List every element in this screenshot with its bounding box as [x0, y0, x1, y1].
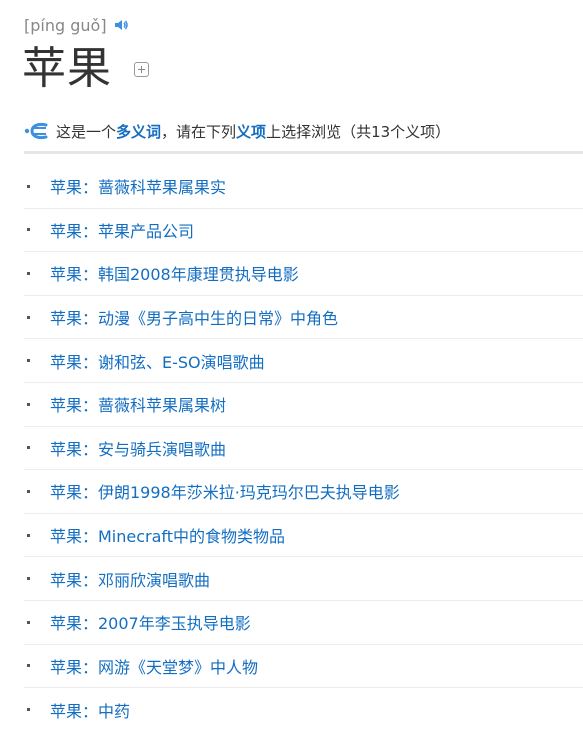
notice-text-2: ，请在下列: [161, 122, 237, 141]
notice-text-1: 这是一个: [56, 122, 117, 141]
list-item: 苹果：蔷薇科苹果属果实: [24, 165, 583, 209]
sense-link[interactable]: 苹果：动漫《男子高中生的日常》中角色: [50, 305, 338, 329]
notice-sense-word: 义项: [236, 122, 267, 141]
list-item: 苹果：Minecraft中的食物类物品: [24, 514, 583, 558]
sense-link[interactable]: 苹果：Minecraft中的食物类物品: [50, 523, 285, 547]
bullet-icon: [27, 489, 30, 493]
list-item: 苹果：蔷薇科苹果属果树: [24, 383, 583, 427]
list-item: 苹果：中药: [24, 688, 583, 732]
bullet-icon: [27, 184, 30, 188]
sense-link[interactable]: 苹果：网游《天堂梦》中人物: [50, 654, 258, 678]
bullet-icon: [27, 533, 30, 537]
bullet-icon: [27, 402, 30, 406]
polysemy-notice: 这是一个 多义词 ，请在下列 义项 上选择浏览（共13个义项）: [24, 118, 583, 144]
sense-link[interactable]: 苹果：2007年李玉执导电影: [50, 610, 251, 634]
polysemy-page: [píng guǒ] 苹果 这是一个 多义词 ，请在下列 义项 上选择浏览（共1…: [0, 0, 583, 735]
bullet-icon: [27, 228, 30, 232]
bullet-icon: [27, 708, 30, 712]
list-item: 苹果：韩国2008年康理贯执导电影: [24, 252, 583, 296]
title-row: 苹果: [22, 36, 149, 94]
sense-link[interactable]: 苹果：安与骑兵演唱歌曲: [50, 436, 226, 460]
page-title: 苹果: [22, 43, 112, 94]
bullet-icon: [27, 664, 30, 668]
notice-text-3: 上选择浏览（共13个义项）: [266, 122, 451, 141]
list-item: 苹果：动漫《男子高中生的日常》中角色: [24, 296, 583, 340]
list-item: 苹果：苹果产品公司: [24, 209, 583, 253]
bullet-icon: [27, 446, 30, 450]
divider: [24, 151, 583, 154]
list-item: 苹果：安与骑兵演唱歌曲: [24, 427, 583, 471]
sense-link[interactable]: 苹果：伊朗1998年莎米拉·玛克玛尔巴夫执导电影: [50, 479, 400, 503]
bullet-icon: [27, 620, 30, 624]
plus-square-icon[interactable]: [134, 61, 149, 77]
list-item: 苹果：2007年李玉执导电影: [24, 601, 583, 645]
bullet-icon: [27, 577, 30, 581]
list-item: 苹果：网游《天堂梦》中人物: [24, 645, 583, 689]
sense-link[interactable]: 苹果：蔷薇科苹果属果实: [50, 174, 226, 198]
bullet-icon: [27, 359, 30, 363]
bullet-icon: [27, 271, 30, 275]
notice-poly-word: 多义词: [116, 122, 162, 141]
speaker-icon[interactable]: [113, 17, 129, 33]
sense-link[interactable]: 苹果：蔷薇科苹果属果树: [50, 392, 226, 416]
list-item: 苹果：伊朗1998年莎米拉·玛克玛尔巴夫执导电影: [24, 470, 583, 514]
polysemy-icon: [24, 122, 48, 140]
list-item: 苹果：邓丽欣演唱歌曲: [24, 557, 583, 601]
sense-link[interactable]: 苹果：中药: [50, 698, 130, 722]
bullet-icon: [27, 315, 30, 319]
sense-link[interactable]: 苹果：苹果产品公司: [50, 218, 194, 242]
sense-list: 苹果：蔷薇科苹果属果实 苹果：苹果产品公司 苹果：韩国2008年康理贯执导电影 …: [24, 165, 583, 732]
list-item: 苹果：谢和弦、E-SO演唱歌曲: [24, 339, 583, 383]
sense-link[interactable]: 苹果：邓丽欣演唱歌曲: [50, 567, 210, 591]
sense-link[interactable]: 苹果：谢和弦、E-SO演唱歌曲: [50, 349, 265, 373]
sense-link[interactable]: 苹果：韩国2008年康理贯执导电影: [50, 261, 299, 285]
